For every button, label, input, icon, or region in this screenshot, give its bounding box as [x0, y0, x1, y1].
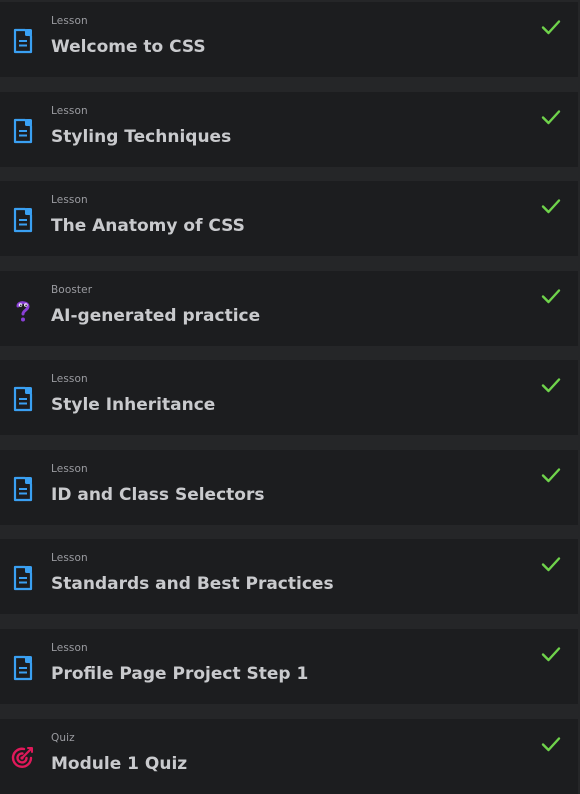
document-icon	[11, 207, 35, 233]
document-icon	[11, 655, 35, 681]
list-item[interactable]: Lesson Profile Page Project Step 1	[0, 629, 578, 704]
item-title: The Anatomy of CSS	[51, 216, 245, 236]
item-kind-label: Quiz	[51, 732, 75, 744]
item-kind-label: Lesson	[51, 194, 88, 206]
item-title: Welcome to CSS	[51, 37, 206, 57]
item-kind-label: Lesson	[51, 373, 88, 385]
item-kind-label: Lesson	[51, 15, 88, 27]
list-item[interactable]: Lesson The Anatomy of CSS	[0, 181, 578, 256]
checkmark-icon	[541, 109, 561, 125]
list-item[interactable]: Lesson Welcome to CSS	[0, 2, 578, 77]
checkmark-icon	[541, 198, 561, 214]
document-icon	[11, 565, 35, 591]
list-item[interactable]: Lesson Standards and Best Practices	[0, 539, 578, 614]
list-item[interactable]: Lesson ID and Class Selectors	[0, 450, 578, 525]
question-mark-icon	[11, 298, 35, 324]
document-icon	[11, 28, 35, 54]
item-kind-label: Lesson	[51, 552, 88, 564]
item-kind-label: Lesson	[51, 463, 88, 475]
document-icon	[11, 386, 35, 412]
target-icon	[11, 744, 35, 770]
item-title: Profile Page Project Step 1	[51, 664, 309, 684]
checkmark-icon	[541, 556, 561, 572]
item-kind-label: Booster	[51, 284, 93, 296]
item-title: Standards and Best Practices	[51, 574, 334, 594]
item-kind-label: Lesson	[51, 105, 88, 117]
item-title: Module 1 Quiz	[51, 754, 188, 774]
checkmark-icon	[541, 288, 561, 304]
list-item[interactable]: Lesson Style Inheritance	[0, 360, 578, 435]
list-item[interactable]: Booster AI-generated practice	[0, 271, 578, 346]
checkmark-icon	[541, 736, 561, 752]
checkmark-icon	[541, 646, 561, 662]
item-kind-label: Lesson	[51, 642, 88, 654]
item-title: Style Inheritance	[51, 395, 216, 415]
item-title: Styling Techniques	[51, 127, 232, 147]
checkmark-icon	[541, 377, 561, 393]
list-item[interactable]: Lesson Styling Techniques	[0, 92, 578, 167]
item-title: AI-generated practice	[51, 306, 261, 326]
checkmark-icon	[541, 467, 561, 483]
document-icon	[11, 476, 35, 502]
item-title: ID and Class Selectors	[51, 485, 265, 505]
checkmark-icon	[541, 19, 561, 35]
module-lesson-list: Lesson Welcome to CSS Lesson Styling Techni…	[0, 0, 580, 794]
document-icon	[11, 118, 35, 144]
list-item[interactable]: Quiz Module 1 Quiz	[0, 719, 578, 794]
